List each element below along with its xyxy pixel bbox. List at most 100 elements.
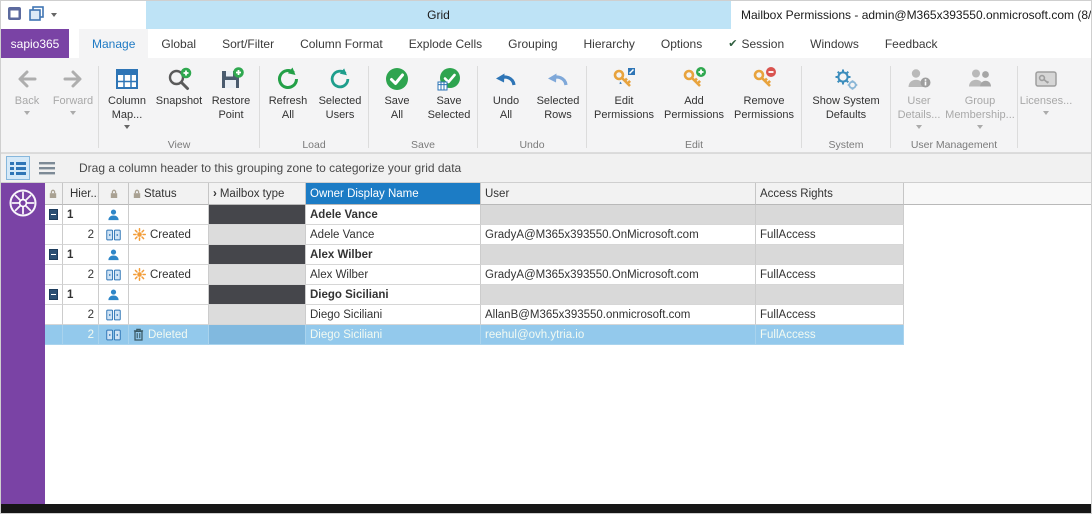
expand-cell[interactable] <box>45 205 63 225</box>
undo-selected-rows-button[interactable]: Selected Rows <box>532 61 584 122</box>
grouping-bar[interactable]: Drag a column header to this grouping zo… <box>1 153 1091 183</box>
collapse-icon[interactable] <box>49 209 58 220</box>
col-header-access-rights[interactable]: Access Rights <box>756 183 904 205</box>
back-button[interactable]: Back <box>4 61 50 116</box>
ribbon-tabs: sapio365 Manage Global Sort/Filter Colum… <box>1 29 1091 58</box>
collapse-icon[interactable] <box>49 249 58 260</box>
access-rights-cell[interactable]: FullAccess <box>756 265 904 285</box>
tab-column-format[interactable]: Column Format <box>287 29 396 58</box>
remove-permissions-button[interactable]: Remove Permissions <box>729 61 799 122</box>
access-rights-cell[interactable]: FullAccess <box>756 305 904 325</box>
back-label: Back <box>15 95 39 107</box>
group-row[interactable]: 1 Adele Vance <box>45 205 904 225</box>
user-cell[interactable]: reehul@ovh.ytria.io <box>481 325 756 345</box>
tab-sort-filter[interactable]: Sort/Filter <box>209 29 287 58</box>
licenses-dropdown-icon <box>1043 111 1049 115</box>
tab-feedback[interactable]: Feedback <box>872 29 951 58</box>
window-icon[interactable] <box>7 6 22 21</box>
content-area: Hier... Status › Mailbox type Owner Disp… <box>1 183 1091 506</box>
tab-session-label: Session <box>741 37 784 51</box>
tab-options[interactable]: Options <box>648 29 715 58</box>
ytria-wheel-icon[interactable] <box>8 188 38 218</box>
grid-window-tab[interactable]: Grid <box>146 1 731 29</box>
access-rights-cell[interactable]: FullAccess <box>756 325 904 345</box>
user-cell[interactable]: AllanB@M365x393550.onmicrosoft.com <box>481 305 756 325</box>
tab-grouping[interactable]: Grouping <box>495 29 570 58</box>
grid-row[interactable]: 2 Diego Siciliani AllanB@M365x393550.onm… <box>45 305 904 325</box>
tab-manage[interactable]: Manage <box>79 29 148 58</box>
mailbox-icon <box>106 329 121 341</box>
refresh-all-button[interactable]: Refresh All <box>262 61 314 122</box>
owner-cell[interactable]: Alex Wilber <box>306 265 481 285</box>
col-header-user[interactable]: User <box>481 183 756 205</box>
status-cell <box>129 245 209 265</box>
tab-explode-cells[interactable]: Explode Cells <box>396 29 495 58</box>
grid-view-toggle-button[interactable] <box>6 156 30 180</box>
collapse-icon[interactable] <box>49 289 58 300</box>
save-selected-button[interactable]: Save Selected <box>423 61 475 122</box>
lock-icon <box>133 189 141 199</box>
taskbar-strip <box>1 504 1091 513</box>
tab-sapio365[interactable]: sapio365 <box>1 29 69 58</box>
user-cell[interactable]: GradyA@M365x393550.OnMicrosoft.com <box>481 265 756 285</box>
forward-button[interactable]: Forward <box>50 61 96 116</box>
grid-row-selected[interactable]: 2 Deleted Diego Siciliani reehul@ovh.ytr… <box>45 325 904 345</box>
user-cell[interactable]: GradyA@M365x393550.OnMicrosoft.com <box>481 225 756 245</box>
expand-cell[interactable] <box>45 285 63 305</box>
tab-windows[interactable]: Windows <box>797 29 872 58</box>
undo-all-label-2: All <box>500 109 512 121</box>
col-header-owner-display-name[interactable]: Owner Display Name <box>306 183 481 205</box>
add-permissions-icon <box>681 65 707 93</box>
owner-cell[interactable]: Alex Wilber <box>306 245 481 265</box>
restore-point-button[interactable]: Restore Point <box>205 61 257 122</box>
owner-cell[interactable]: Diego Siciliani <box>306 325 481 345</box>
save-selected-label-2: Selected <box>428 109 471 121</box>
save-all-button[interactable]: Save All <box>371 61 423 122</box>
owner-cell[interactable]: Diego Siciliani <box>306 285 481 305</box>
col-header-type-icon[interactable] <box>99 183 129 205</box>
tab-global[interactable]: Global <box>148 29 209 58</box>
copy-window-icon[interactable] <box>29 6 44 21</box>
list-view-toggle-button[interactable] <box>35 156 59 180</box>
user-cell <box>481 205 756 225</box>
column-map-button[interactable]: Column Map... <box>101 61 153 130</box>
tab-hierarchy[interactable]: Hierarchy <box>571 29 648 58</box>
licenses-button[interactable]: Licenses... <box>1020 61 1072 116</box>
col-header-status[interactable]: Status <box>129 183 209 205</box>
qat-dropdown-icon[interactable] <box>51 13 57 17</box>
person-icon <box>107 248 120 261</box>
col-header-expand[interactable] <box>45 183 63 205</box>
status-label: Deleted <box>148 329 188 341</box>
col-header-hierarchy[interactable]: Hier... <box>63 183 99 205</box>
group-membership-button[interactable]: Group Membership... <box>945 61 1015 130</box>
forward-dropdown-icon <box>70 111 76 115</box>
column-map-dropdown-icon <box>124 125 130 129</box>
group-row[interactable]: 1 Alex Wilber <box>45 245 904 265</box>
ribbon-separator <box>477 66 478 148</box>
show-system-defaults-button[interactable]: Show System Defaults <box>804 61 888 122</box>
user-details-button[interactable]: User Details... <box>893 61 945 130</box>
group-row[interactable]: 1 Diego Siciliani <box>45 285 904 305</box>
tab-session[interactable]: ✔ Session <box>715 29 797 58</box>
col-header-mailbox-type[interactable]: › Mailbox type <box>209 183 306 205</box>
edit-permissions-button[interactable]: Edit Permissions <box>589 61 659 122</box>
owner-cell[interactable]: Diego Siciliani <box>306 305 481 325</box>
undo-all-button[interactable]: Undo All <box>480 61 532 122</box>
hierarchy-cell: 2 <box>63 225 99 245</box>
add-permissions-button[interactable]: Add Permissions <box>659 61 729 122</box>
col-header-status-label: Status <box>144 188 177 200</box>
grid-header-row: Hier... Status › Mailbox type Owner Disp… <box>45 183 1091 205</box>
owner-cell[interactable]: Adele Vance <box>306 205 481 225</box>
mailbox-type-cell <box>209 305 306 325</box>
grid-row[interactable]: 2 Created Adele Vance GradyA@M365x393550… <box>45 225 904 245</box>
undo-selected-rows-label-2: Rows <box>544 109 572 121</box>
owner-cell[interactable]: Adele Vance <box>306 225 481 245</box>
access-rights-cell[interactable]: FullAccess <box>756 225 904 245</box>
save-selected-label-1: Save <box>436 95 461 107</box>
expand-cell[interactable] <box>45 245 63 265</box>
grid-row[interactable]: 2 Created Alex Wilber GradyA@M365x393550… <box>45 265 904 285</box>
refresh-selected-users-button[interactable]: Selected Users <box>314 61 366 122</box>
remove-permissions-label-2: Permissions <box>734 109 794 121</box>
status-cell <box>129 205 209 225</box>
snapshot-button[interactable]: Snapshot <box>153 61 205 108</box>
